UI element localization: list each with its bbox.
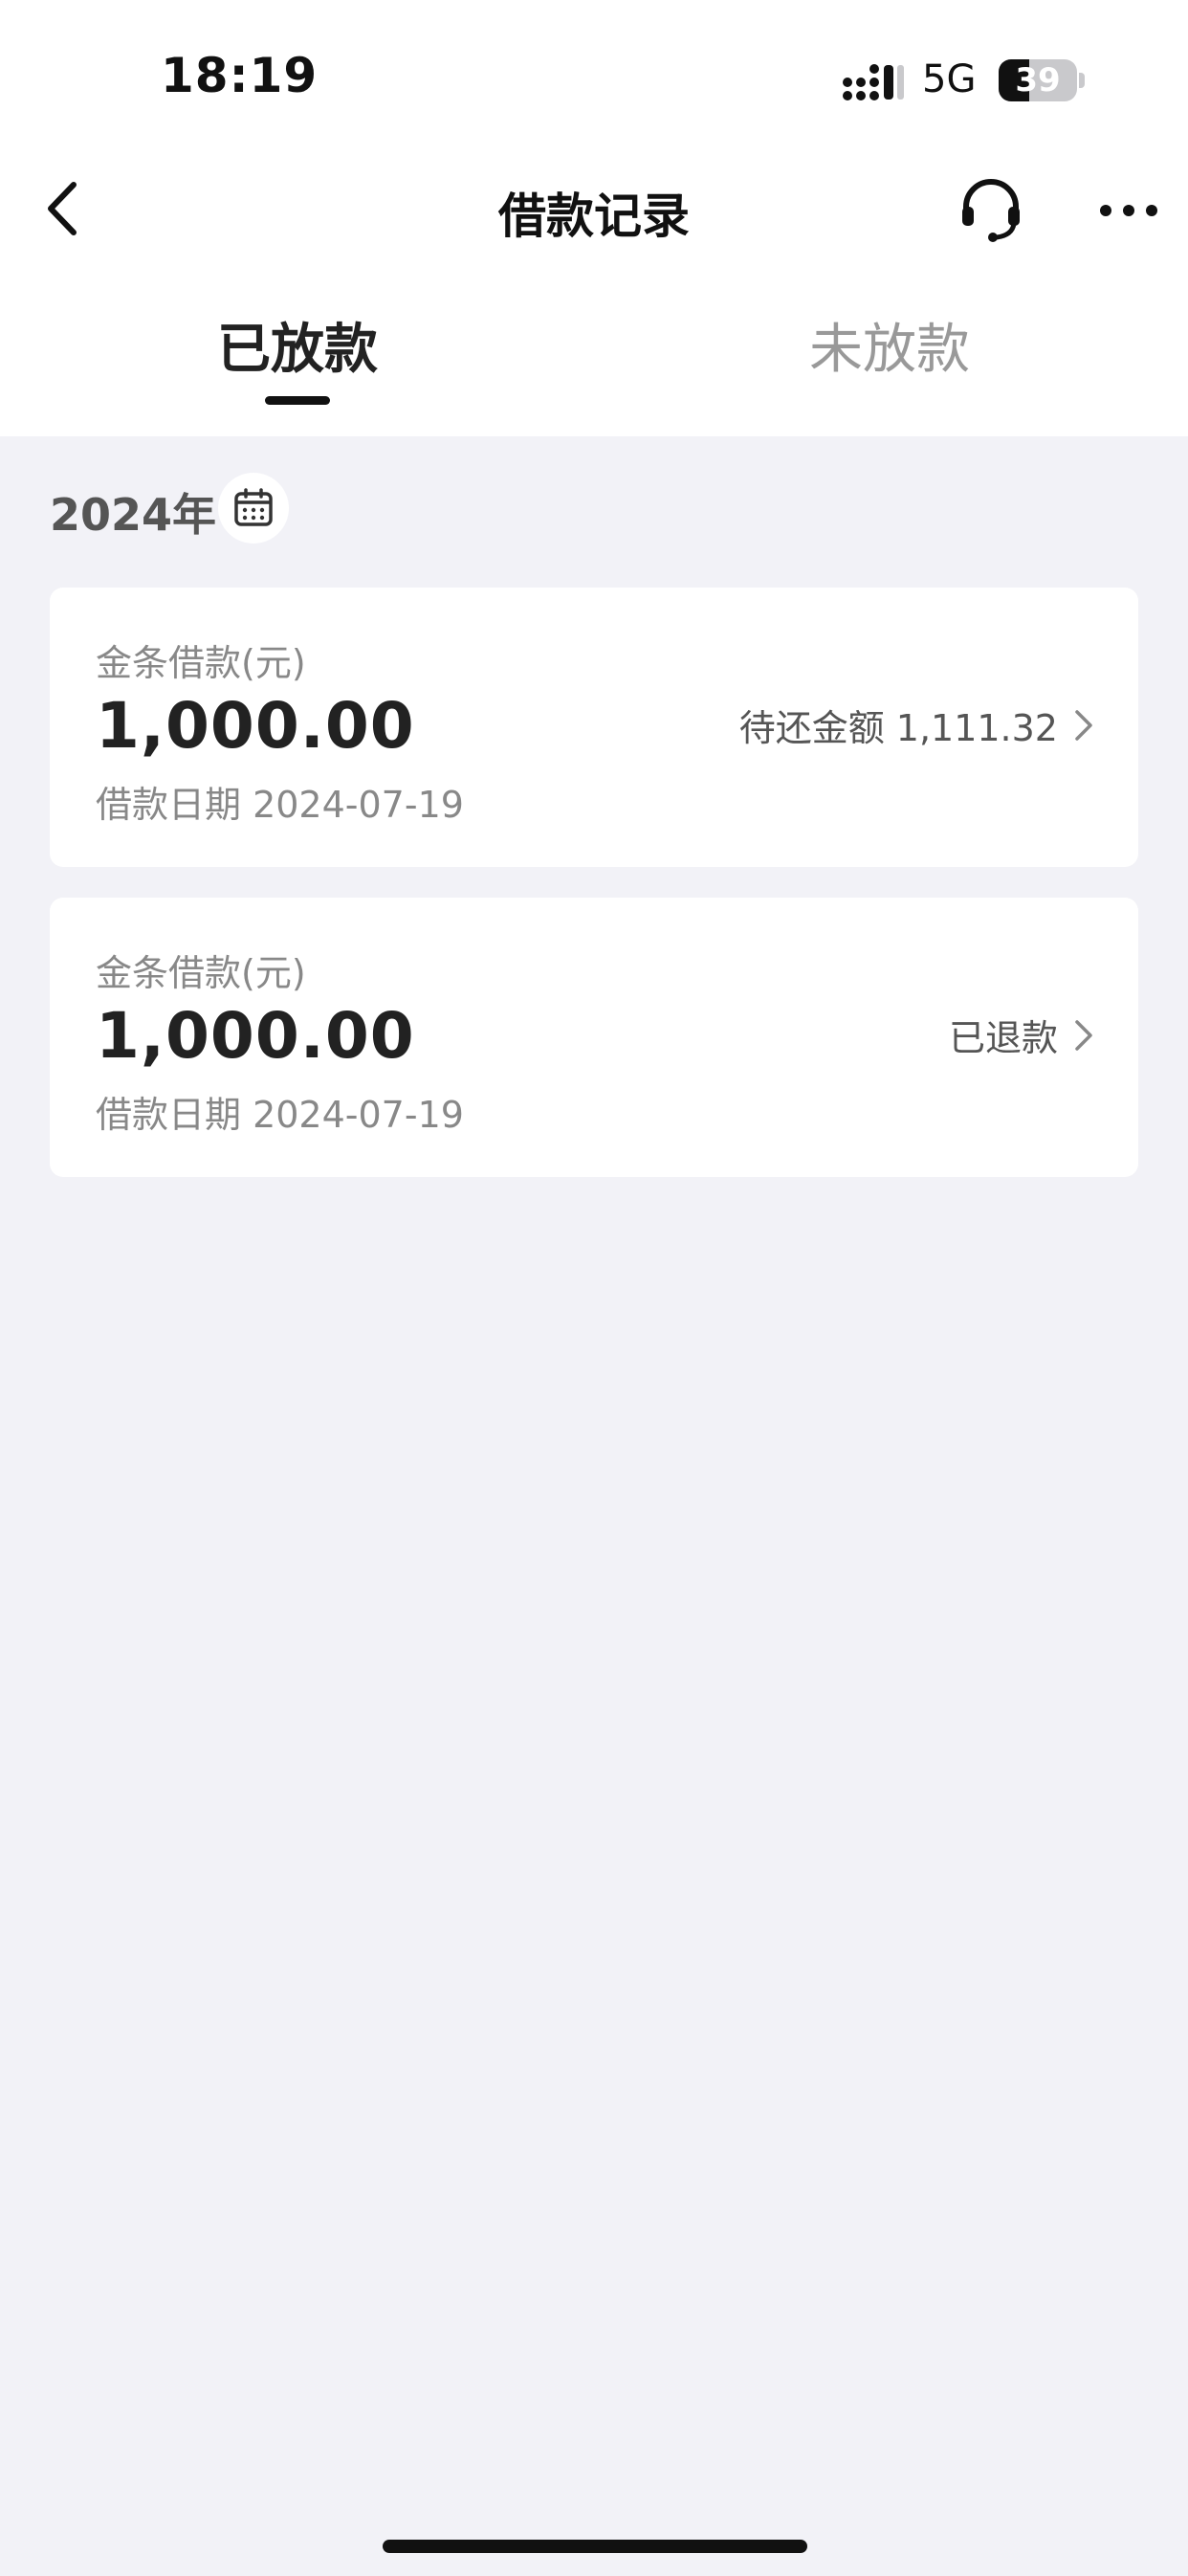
loan-type-label: 金条借款(元) bbox=[96, 642, 306, 684]
tab-not-disbursed[interactable]: 未放款 bbox=[746, 306, 1033, 384]
loan-record-card[interactable]: 金条借款(元) 1,000.00 借款日期 2024-07-19 待还金额 1,… bbox=[50, 588, 1138, 867]
loan-date: 借款日期 2024-07-19 bbox=[96, 1094, 464, 1136]
loan-amount: 1,000.00 bbox=[96, 999, 415, 1073]
network-type: 5G bbox=[922, 57, 977, 101]
loan-status-text: 已退款 bbox=[948, 1017, 1058, 1059]
calendar-icon bbox=[234, 488, 273, 526]
loan-status[interactable]: 已退款 bbox=[949, 1009, 1096, 1061]
loan-record-card[interactable]: 金条借款(元) 1,000.00 借款日期 2024-07-19 已退款 bbox=[50, 898, 1138, 1177]
loan-date: 借款日期 2024-07-19 bbox=[96, 784, 464, 826]
chevron-right-icon bbox=[1075, 1019, 1092, 1051]
customer-service-button[interactable] bbox=[953, 170, 1029, 251]
status-time: 18:19 bbox=[161, 48, 319, 103]
more-dots-icon bbox=[1100, 205, 1157, 216]
calendar-button[interactable] bbox=[218, 473, 289, 544]
year-label[interactable]: 2024年 bbox=[50, 480, 216, 544]
loan-type-label: 金条借款(元) bbox=[96, 952, 306, 994]
loan-amount: 1,000.00 bbox=[96, 689, 415, 763]
home-indicator[interactable] bbox=[383, 2540, 807, 2553]
headset-icon bbox=[962, 179, 1020, 242]
loan-status-text: 待还金额 1,111.32 bbox=[738, 707, 1058, 749]
loan-status[interactable]: 待还金额 1,111.32 bbox=[739, 699, 1096, 751]
more-button[interactable] bbox=[1090, 182, 1167, 239]
signal-icon bbox=[843, 64, 904, 100]
active-tab-indicator bbox=[265, 396, 330, 405]
chevron-right-icon bbox=[1075, 709, 1092, 741]
tab-disbursed[interactable]: 已放款 bbox=[154, 306, 441, 384]
battery-percent: 39 bbox=[1015, 61, 1061, 100]
battery-indicator: 39 bbox=[999, 59, 1085, 101]
header-area: 18:19 5G 39 借款记录 已放款 未放款 bbox=[0, 0, 1188, 436]
